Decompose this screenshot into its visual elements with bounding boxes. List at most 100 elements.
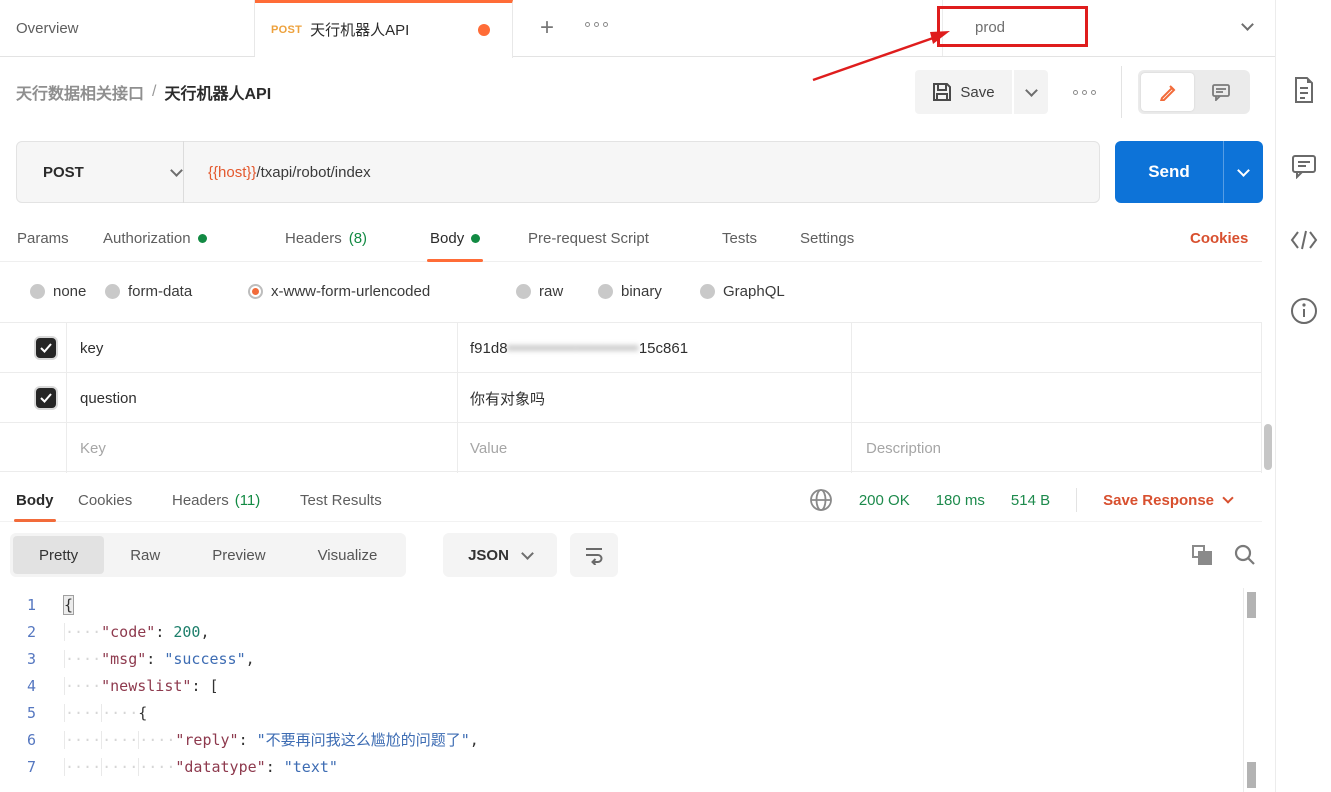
comments-button[interactable] <box>1288 150 1320 182</box>
code-token-ind: ···· <box>138 758 175 776</box>
breadcrumb-separator: / <box>152 83 156 101</box>
code-token-str: "success" <box>164 650 245 668</box>
param-value-cell[interactable]: f91d8•••••••••••••••••••••15c861 <box>470 323 688 373</box>
tab-options-menu-button[interactable] <box>585 22 608 27</box>
copy-icon <box>1198 551 1212 565</box>
response-tabs: Body Cookies Headers (11) Test Results 2… <box>0 478 1262 522</box>
tab-settings[interactable]: Settings <box>800 214 854 262</box>
value-placeholder[interactable]: Value <box>470 423 507 473</box>
response-tab-test-results[interactable]: Test Results <box>300 478 382 522</box>
save-options-button[interactable] <box>1014 70 1048 114</box>
tab-tests[interactable]: Tests <box>722 214 757 262</box>
tab-body[interactable]: Body <box>430 214 480 262</box>
mode-graphql[interactable]: GraphQL <box>700 268 785 314</box>
save-response-button[interactable]: Save Response <box>1103 492 1232 509</box>
save-response-label: Save Response <box>1103 492 1214 509</box>
send-button-label: Send <box>1148 162 1190 182</box>
tab-authorization[interactable]: Authorization <box>103 214 207 262</box>
environment-chevron-down-icon[interactable] <box>1241 18 1254 31</box>
response-tab-body[interactable]: Body <box>16 478 54 522</box>
line-number: 4 <box>0 673 64 700</box>
send-button[interactable]: Send <box>1115 141 1223 203</box>
cookies-link-label: Cookies <box>1190 230 1248 247</box>
param-key-cell[interactable]: key <box>80 323 103 373</box>
body-set-dot-icon <box>471 234 480 243</box>
row-checkbox-checked[interactable] <box>36 338 56 358</box>
send-options-button[interactable] <box>1223 141 1263 203</box>
view-preview-label: Preview <box>212 547 265 564</box>
url-host-variable: {{host}} <box>208 164 256 181</box>
tab-overview-label: Overview <box>16 20 79 37</box>
code-token-cur: { <box>64 596 73 614</box>
mode-raw[interactable]: raw <box>516 268 563 314</box>
status-badge[interactable]: 200 OK <box>859 492 910 509</box>
mode-form-data[interactable]: form-data <box>105 268 192 314</box>
response-tab-body-label: Body <box>16 492 54 509</box>
method-selector[interactable]: POST <box>17 142 183 202</box>
mode-none[interactable]: none <box>30 268 86 314</box>
breadcrumb-request-name[interactable]: 天行机器人API <box>164 80 271 104</box>
code-scrollbar-thumb[interactable] <box>1247 592 1256 618</box>
comment-mode-button[interactable] <box>1194 73 1247 111</box>
view-visualize-button[interactable]: Visualize <box>292 536 404 574</box>
globe-icon[interactable] <box>809 488 833 512</box>
tab-overview[interactable]: Overview <box>0 0 255 56</box>
radio-icon <box>516 284 531 299</box>
code-icon <box>1290 230 1318 250</box>
tab-request-title: 天行机器人API <box>310 19 409 40</box>
wrap-lines-button[interactable] <box>570 533 618 577</box>
table-scrollbar-thumb[interactable] <box>1264 424 1272 470</box>
response-tab-headers[interactable]: Headers (11) <box>172 478 260 522</box>
search-response-button[interactable] <box>1233 543 1257 572</box>
view-preview-button[interactable]: Preview <box>186 536 291 574</box>
tab-params-label: Params <box>17 230 69 247</box>
view-pretty-button[interactable]: Pretty <box>13 536 104 574</box>
tab-params[interactable]: Params <box>17 214 69 262</box>
line-number: 3 <box>0 646 64 673</box>
save-button[interactable]: Save <box>915 70 1012 114</box>
param-key-cell[interactable]: question <box>80 373 137 423</box>
response-format-selector[interactable]: JSON <box>443 533 557 577</box>
environment-selected-label: prod <box>975 19 1005 36</box>
new-tab-button[interactable]: + <box>532 13 562 43</box>
key-placeholder[interactable]: Key <box>80 423 106 473</box>
table-row: key f91d8•••••••••••••••••••••15c861 <box>0 323 1262 373</box>
response-tab-cookies-label: Cookies <box>78 492 132 509</box>
view-raw-button[interactable]: Raw <box>104 536 186 574</box>
tab-pre-request-script[interactable]: Pre-request Script <box>528 214 649 262</box>
request-more-actions-button[interactable] <box>1062 70 1106 114</box>
edit-mode-button[interactable] <box>1141 73 1194 111</box>
response-time[interactable]: 180 ms <box>936 492 985 509</box>
url-input[interactable]: {{host}}/txapi/robot/index <box>184 164 371 181</box>
code-line: 7············"datatype": "text" <box>0 754 1240 781</box>
view-pretty-label: Pretty <box>39 547 78 564</box>
code-token-pun: : <box>239 731 257 749</box>
tab-headers-label: Headers <box>285 230 342 247</box>
meta-divider <box>1076 488 1077 512</box>
code-snippet-button[interactable] <box>1288 224 1320 256</box>
response-tab-cookies[interactable]: Cookies <box>78 478 132 522</box>
tab-request-active[interactable]: POST 天行机器人API <box>255 0 513 58</box>
documentation-button[interactable] <box>1288 74 1320 106</box>
row-checkbox-checked[interactable] <box>36 388 56 408</box>
response-body-json[interactable]: 1{2····"code": 200,3····"msg": "success"… <box>0 592 1240 792</box>
description-placeholder[interactable]: Description <box>866 423 941 473</box>
breadcrumb-collection[interactable]: 天行数据相关接口 <box>16 80 144 104</box>
mode-x-www-form-urlencoded[interactable]: x-www-form-urlencoded <box>248 268 430 314</box>
tab-headers[interactable]: Headers (8) <box>285 214 367 262</box>
code-token-key: "code" <box>101 623 155 641</box>
param-value-cell[interactable]: 你有对象吗 <box>470 373 545 423</box>
copy-response-button[interactable] <box>1192 545 1214 567</box>
url-path: /txapi/robot/index <box>256 164 370 181</box>
environment-selector[interactable]: prod <box>975 0 1005 54</box>
response-size[interactable]: 514 B <box>1011 492 1050 509</box>
mode-binary[interactable]: binary <box>598 268 662 314</box>
check-icon <box>40 343 52 353</box>
authorization-set-dot-icon <box>198 234 207 243</box>
table-row: question 你有对象吗 <box>0 373 1262 423</box>
code-scrollbar-thumb[interactable] <box>1247 762 1256 788</box>
info-button[interactable] <box>1288 295 1320 327</box>
cookies-link[interactable]: Cookies <box>1190 214 1248 262</box>
tab-headers-count: (8) <box>349 230 367 247</box>
right-sidebar <box>1275 0 1331 792</box>
